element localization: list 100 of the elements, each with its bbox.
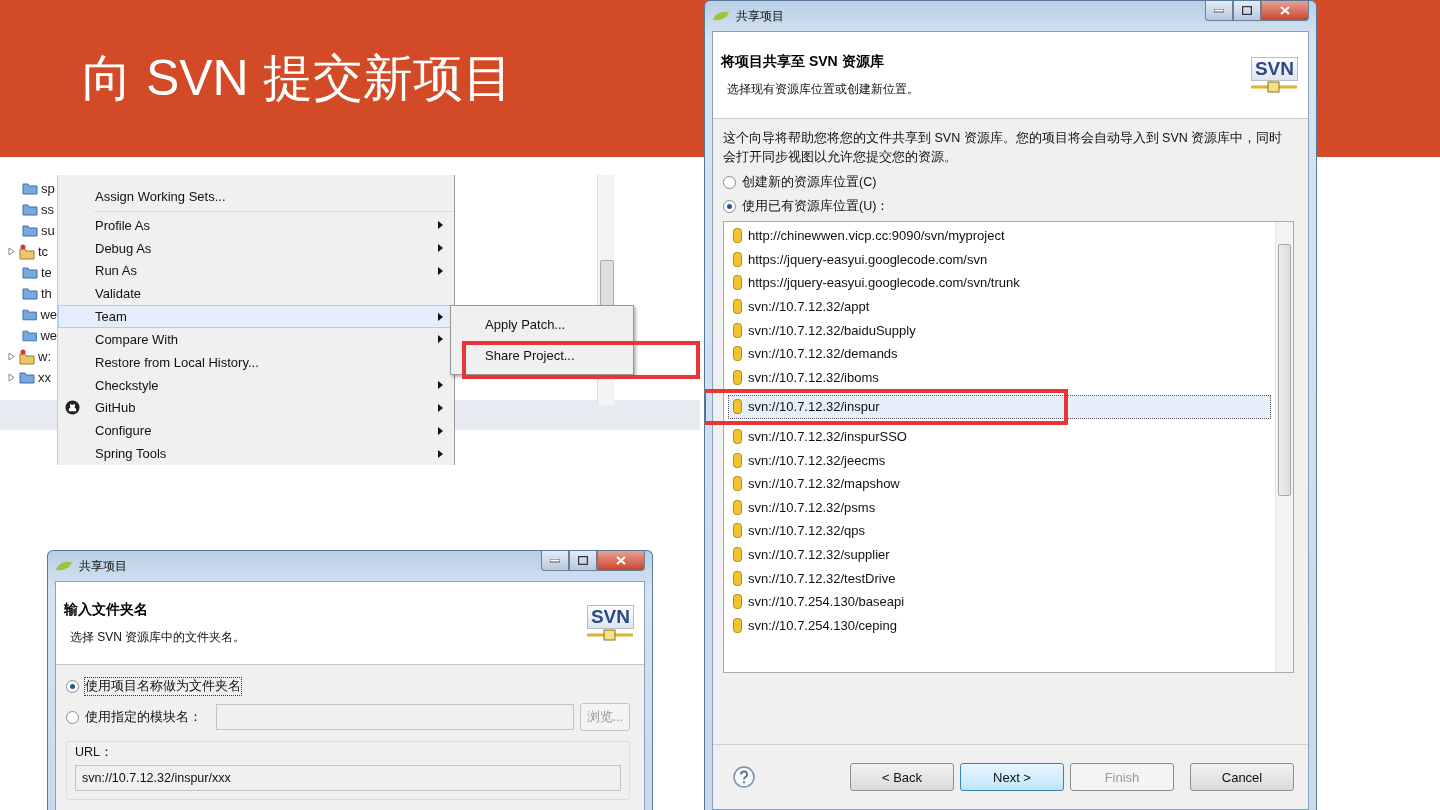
repository-item[interactable]: svn://10.7.12.32/inspur: [728, 395, 1271, 419]
cat-icon: [65, 400, 80, 416]
folder-icon: [22, 224, 38, 237]
url-field[interactable]: svn://10.7.12.32/inspur/xxx: [75, 765, 621, 791]
repository-icon: [733, 251, 742, 267]
caret-icon: [438, 312, 443, 321]
repository-icon: [733, 617, 742, 633]
repository-item[interactable]: svn://10.7.254.130/ceping: [728, 613, 1271, 638]
caret-icon: [438, 381, 443, 389]
tree-item[interactable]: su: [0, 220, 57, 241]
repository-item[interactable]: https://jquery-easyui.googlecode.com/svn/trunk: [728, 271, 1271, 295]
wizard-button[interactable]: Cancel: [1190, 763, 1294, 791]
radio-label[interactable]: 使用已有资源库位置(U)：: [742, 197, 890, 215]
expand-icon[interactable]: [8, 247, 16, 256]
window-title: 共享项目: [79, 557, 128, 575]
maximize-icon: [1242, 6, 1252, 15]
repository-icon: [733, 429, 742, 445]
wizard-button[interactable]: < Back: [850, 763, 954, 791]
repository-item[interactable]: svn://10.7.12.32/qps: [728, 519, 1271, 543]
menu-item[interactable]: Share Project...: [451, 340, 633, 371]
repository-item[interactable]: svn://10.7.12.32/appt: [728, 294, 1271, 319]
window-title: 共享项目: [736, 7, 785, 25]
expand-icon[interactable]: [8, 352, 16, 361]
repository-icon: [733, 275, 742, 291]
menu-item[interactable]: Validate: [58, 282, 454, 306]
wizard-heading: 将项目共享至 SVN 资源库: [721, 52, 885, 71]
repository-icon: [733, 570, 742, 586]
repository-item[interactable]: svn://10.7.12.32/mapshow: [728, 471, 1271, 496]
repository-item[interactable]: svn://10.7.12.32/iboms: [728, 365, 1271, 390]
caret-icon: [438, 266, 443, 275]
radio-button[interactable]: [66, 710, 79, 724]
close-icon: [1280, 6, 1290, 15]
caret-icon: [438, 244, 443, 253]
menu-item[interactable]: Assign Working Sets...: [58, 185, 454, 208]
slide-title: 向 SVN 提交新项目: [82, 49, 513, 108]
repository-icon: [733, 399, 742, 415]
menu-item[interactable]: GitHub: [58, 396, 454, 420]
folder-icon: [22, 203, 38, 216]
radio-label[interactable]: 创建新的资源库位置(C): [742, 173, 877, 191]
radio-button[interactable]: [66, 679, 79, 693]
repository-icon: [733, 322, 742, 338]
menu-item[interactable]: Profile As: [58, 213, 454, 237]
maximize-button[interactable]: [1233, 1, 1261, 21]
help-icon[interactable]: [733, 766, 755, 788]
menu-item[interactable]: Restore from Local History...: [58, 350, 454, 374]
menu-item[interactable]: Checkstyle: [58, 373, 454, 397]
wizard-button[interactable]: Next >: [960, 763, 1064, 791]
maximize-button[interactable]: [569, 551, 597, 571]
folder-icon: [22, 308, 38, 321]
tree-item[interactable]: ss: [0, 199, 57, 220]
tree-item[interactable]: tc: [0, 241, 57, 262]
radio-button[interactable]: [723, 199, 736, 213]
repository-item[interactable]: svn://10.7.12.32/demands: [728, 341, 1271, 366]
caret-icon: [438, 221, 443, 230]
expand-icon[interactable]: [8, 373, 16, 382]
repository-icon: [733, 228, 742, 244]
repository-icon: [733, 346, 742, 362]
repository-item[interactable]: svn://10.7.12.32/testDrive: [728, 566, 1271, 590]
minimize-icon: [550, 558, 560, 563]
repository-icon: [733, 476, 742, 492]
wizard-subtitle: 选择 SVN 资源库中的文件夹名。: [69, 628, 247, 646]
tree-item[interactable]: we: [0, 304, 57, 325]
tree-item[interactable]: w:: [0, 346, 57, 367]
close-button[interactable]: [1261, 1, 1309, 21]
repository-item[interactable]: http://chinewwen.vicp.cc:9090/svn/myproject: [728, 224, 1271, 248]
menu-item[interactable]: Spring Tools: [58, 442, 454, 465]
repository-icon: [733, 369, 742, 385]
menu-item[interactable]: Apply Patch...: [451, 309, 633, 340]
tree-item[interactable]: th: [0, 283, 57, 304]
wizard-description: 这个向导将帮助您将您的文件共享到 SVN 资源库。您的项目将会自动导入到 SVN 资源库中，同时会打开同步视图以允许您提交您的资源。: [723, 130, 1284, 166]
folder-icon: [19, 371, 35, 384]
menu-item[interactable]: Run As: [58, 259, 454, 283]
repository-item[interactable]: svn://10.7.12.32/supplier: [728, 542, 1271, 567]
tree-item[interactable]: sp: [0, 178, 57, 199]
repository-item[interactable]: https://jquery-easyui.googlecode.com/svn: [728, 247, 1271, 272]
close-button[interactable]: [597, 551, 645, 571]
leaf-icon: [712, 11, 730, 21]
wizard-heading: 输入文件夹名: [64, 600, 149, 619]
wizard-subtitle: 选择现有资源库位置或创建新位置。: [726, 80, 920, 98]
folder-icon: [22, 266, 38, 279]
repository-item[interactable]: svn://10.7.12.32/baiduSupply: [728, 318, 1271, 342]
menu-item[interactable]: Configure: [58, 419, 454, 443]
scrollbar[interactable]: [1275, 222, 1293, 672]
url-label: URL：: [75, 744, 114, 761]
folder-icon: [22, 287, 38, 300]
tree-item[interactable]: we: [0, 325, 57, 346]
radio-label[interactable]: 使用项目名称做为文件夹名: [85, 677, 241, 695]
tree-item[interactable]: xx: [0, 367, 57, 388]
repository-icon: [733, 547, 742, 562]
menu-item[interactable]: Debug As: [58, 236, 454, 260]
repository-item[interactable]: svn://10.7.12.32/psms: [728, 495, 1271, 520]
tree-item[interactable]: te: [0, 262, 57, 283]
menu-item[interactable]: Compare With: [58, 327, 454, 351]
radio-label[interactable]: 使用指定的模块名：: [85, 708, 202, 726]
caret-icon: [438, 449, 443, 458]
repository-item[interactable]: svn://10.7.254.130/baseapi: [728, 589, 1271, 614]
repository-item[interactable]: svn://10.7.12.32/jeecms: [728, 448, 1271, 472]
repository-item[interactable]: svn://10.7.12.32/inspurSSO: [728, 424, 1271, 449]
radio-button[interactable]: [723, 175, 736, 189]
caret-icon: [438, 426, 443, 435]
